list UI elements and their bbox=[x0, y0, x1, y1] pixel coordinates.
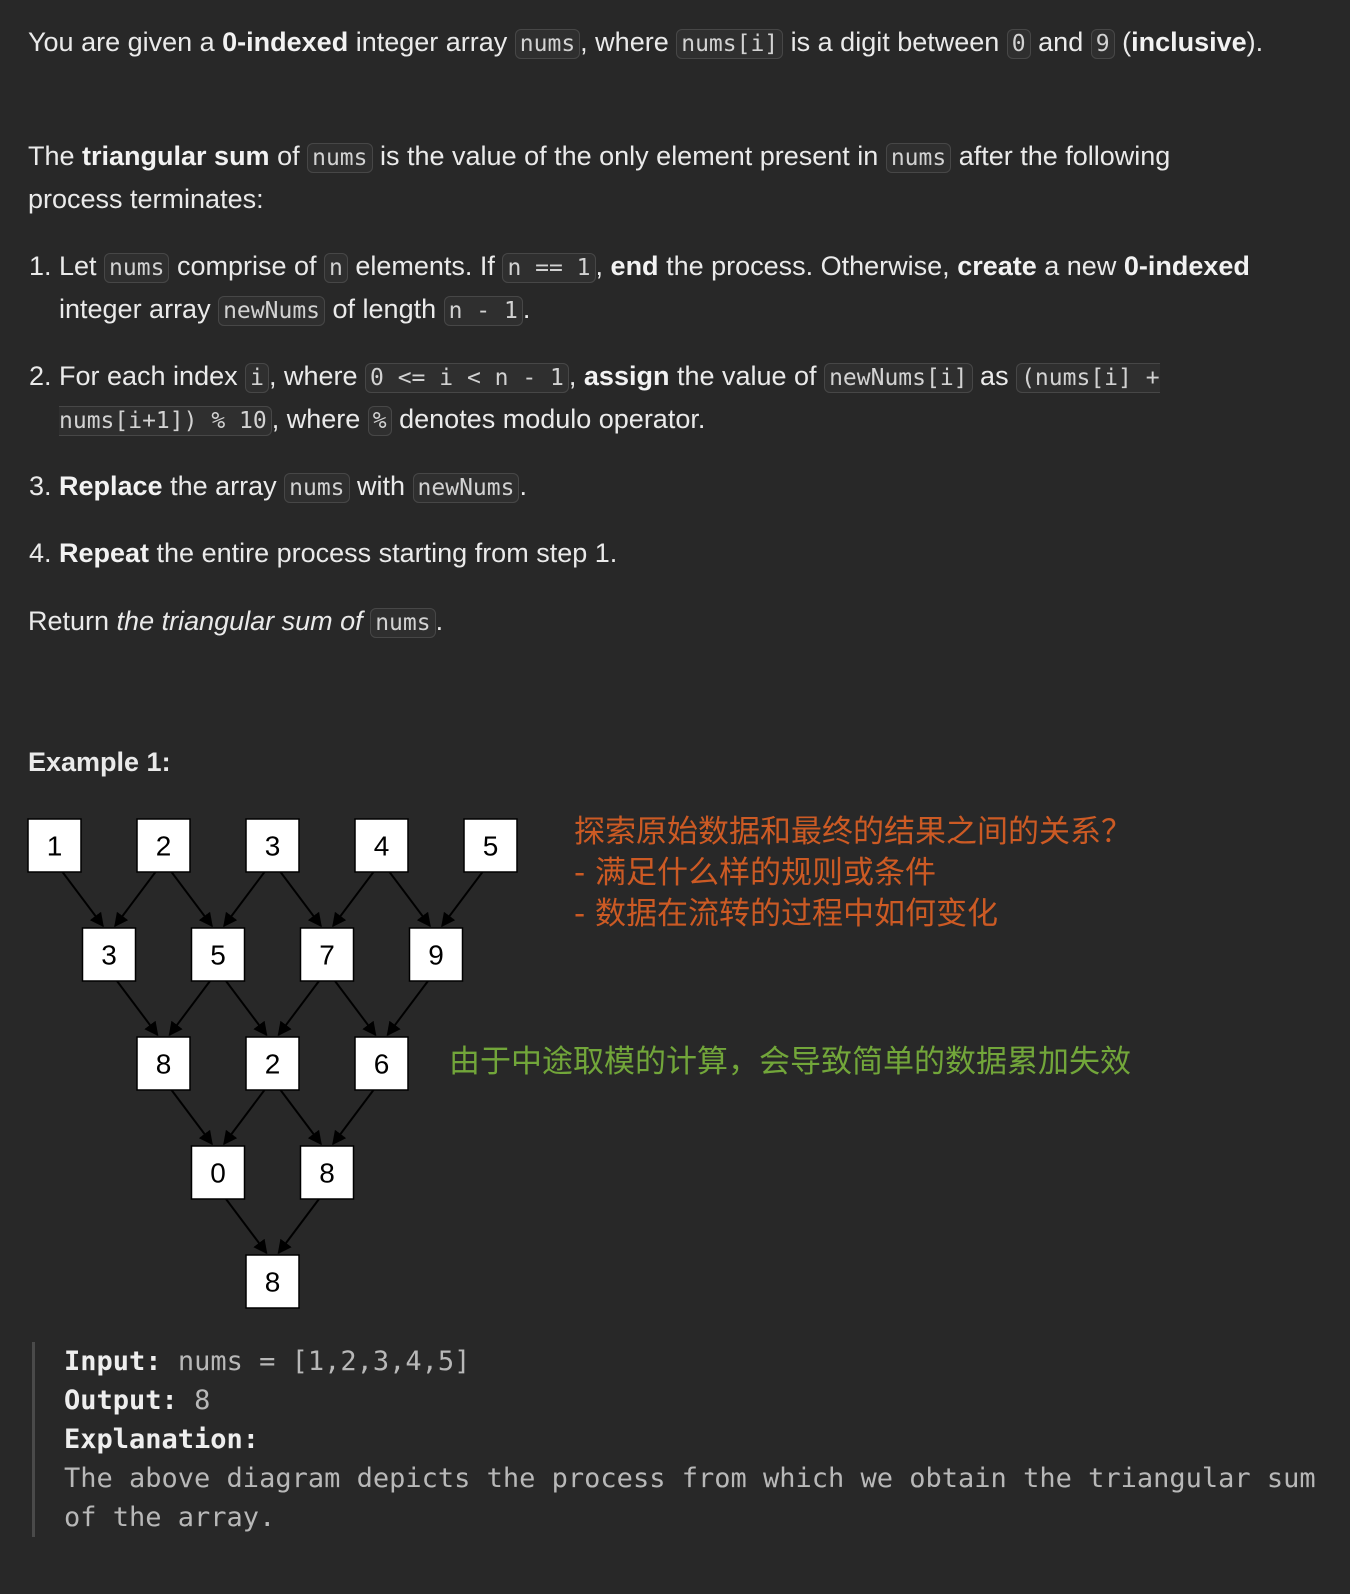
diagram-arrow bbox=[168, 980, 211, 1037]
diagram-cell: 6 bbox=[354, 1036, 409, 1091]
diagram-arrow bbox=[225, 1198, 268, 1255]
diagram-arrow bbox=[114, 871, 157, 928]
diagram-cell: 8 bbox=[299, 1145, 355, 1200]
diagram-arrow bbox=[279, 871, 322, 928]
note-relationship: 探索原始数据和最终的结果之间的关系？ - 满足什么样的规则或条件 - 数据在流转… bbox=[574, 812, 1132, 935]
diagram-cell-value: 3 bbox=[265, 831, 281, 862]
diagram-arrow bbox=[441, 871, 484, 928]
note-line: - 数据在流转的过程中如何变化 bbox=[574, 896, 999, 932]
input-label: Input: bbox=[64, 1346, 162, 1377]
diagram-cell: 2 bbox=[245, 1036, 300, 1091]
diagram-arrow bbox=[277, 980, 320, 1037]
output-value: 8 bbox=[194, 1385, 211, 1416]
diagram-arrow bbox=[116, 980, 159, 1037]
code-nine: 9 bbox=[1090, 29, 1115, 59]
diagram-cell-value: 3 bbox=[101, 940, 117, 971]
code-nums: nums bbox=[514, 29, 581, 59]
diagram-cell-value: 2 bbox=[156, 831, 172, 862]
process-steps: Let nums comprise of n elements. If n ==… bbox=[28, 246, 1279, 598]
example-io-block: Input: nums = [1,2,3,4,5] Output: 8 Expl… bbox=[32, 1342, 1350, 1537]
diagram-cell-value: 8 bbox=[319, 1158, 335, 1189]
diagram-arrow bbox=[225, 980, 268, 1037]
diagram-arrow bbox=[61, 871, 104, 928]
code-nums-i: nums[i] bbox=[676, 29, 784, 59]
diagram-cell-value: 9 bbox=[428, 940, 444, 971]
diagram-cell-value: 1 bbox=[47, 831, 63, 862]
diagram-arrow bbox=[334, 980, 377, 1037]
diagram-arrow bbox=[170, 871, 213, 928]
diagram-cell-value: 8 bbox=[156, 1049, 172, 1080]
diagram-arrow bbox=[386, 980, 429, 1037]
diagram-cell-value: 8 bbox=[265, 1267, 281, 1298]
code-nums: nums bbox=[307, 143, 373, 173]
diagram-cell-value: 7 bbox=[319, 940, 335, 971]
input-value: nums = [1,2,3,4,5] bbox=[177, 1346, 471, 1377]
diagram-cell-value: 6 bbox=[374, 1049, 390, 1080]
diagram-arrow bbox=[332, 1089, 375, 1146]
diagram-arrow bbox=[223, 871, 266, 928]
diagram-cell: 0 bbox=[190, 1145, 246, 1200]
diagram-cell: 4 bbox=[354, 818, 409, 873]
diagram-cell: 8 bbox=[136, 1036, 191, 1091]
diagram-cell: 1 bbox=[27, 818, 82, 873]
diagram-cell: 7 bbox=[299, 927, 355, 982]
step-3: Replace the array nums with newNums. bbox=[59, 466, 1279, 509]
step-4: Repeat the entire process starting from … bbox=[59, 533, 1279, 574]
step-2: For each index i, where 0 <= i < n - 1, … bbox=[59, 356, 1279, 442]
diagram-arrow bbox=[277, 1198, 320, 1255]
diagram-cell: 5 bbox=[463, 818, 518, 873]
diagram-cell: 2 bbox=[136, 818, 191, 873]
intro-paragraph-1: You are given a 0-indexed integer array … bbox=[28, 27, 1264, 59]
explanation-label: Explanation: bbox=[64, 1424, 260, 1455]
diagram-cell-value: 5 bbox=[210, 940, 226, 971]
code-zero: 0 bbox=[1006, 29, 1031, 59]
output-label: Output: bbox=[64, 1385, 178, 1416]
diagram-cell-value: 4 bbox=[374, 831, 390, 862]
diagram-arrow bbox=[279, 1089, 322, 1146]
diagram-arrow bbox=[388, 871, 431, 928]
diagram-cell: 5 bbox=[190, 927, 246, 982]
diagram-cell: 3 bbox=[245, 818, 300, 873]
explanation-text: The above diagram depicts the process fr… bbox=[64, 1463, 1316, 1533]
example-title: Example 1: bbox=[28, 747, 171, 777]
diagram-cell: 8 bbox=[245, 1254, 300, 1309]
diagram-arrow bbox=[170, 1089, 213, 1146]
intro-paragraph-2: The triangular sum of nums is the value … bbox=[28, 141, 1171, 214]
note-line: - 满足什么样的规则或条件 bbox=[574, 855, 937, 891]
diagram-arrow bbox=[332, 871, 375, 928]
note-modulo: 由于中途取模的计算，会导致简单的数据累加失效 bbox=[449, 1044, 1131, 1080]
diagram-cell-value: 5 bbox=[483, 831, 499, 862]
note-line: 探索原始数据和最终的结果之间的关系？ bbox=[574, 814, 1132, 850]
return-statement: Return the triangular sum of nums. bbox=[28, 606, 444, 638]
diagram-arrow bbox=[223, 1089, 266, 1146]
diagram-cell-value: 0 bbox=[210, 1158, 226, 1189]
diagram-cell: 3 bbox=[81, 927, 137, 982]
code-nums: nums bbox=[885, 143, 952, 173]
diagram-cell-value: 2 bbox=[265, 1049, 281, 1080]
code-nums: nums bbox=[370, 608, 436, 638]
step-1: Let nums comprise of n elements. If n ==… bbox=[59, 246, 1279, 332]
diagram-cell: 9 bbox=[408, 927, 464, 982]
